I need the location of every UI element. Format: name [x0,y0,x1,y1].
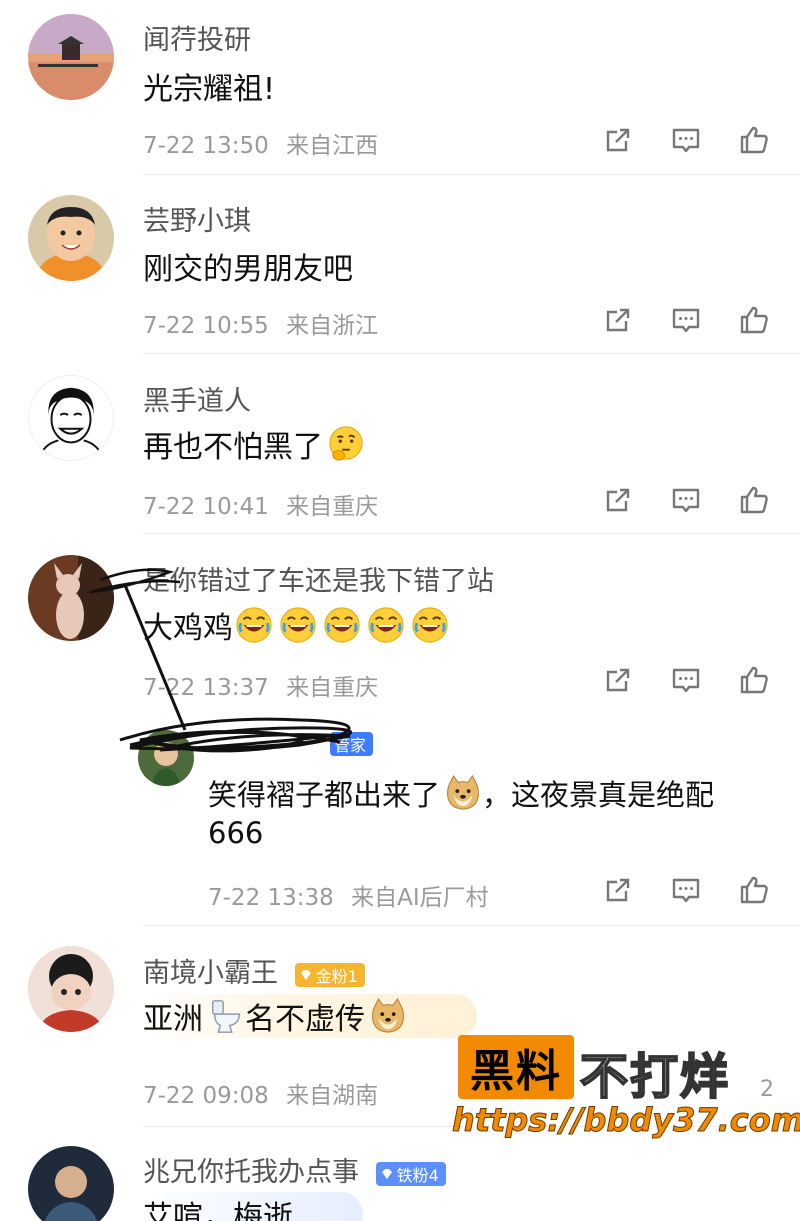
comment-text-row: 大鸡鸡 [143,603,453,647]
username-row: 兆兄你托我办点事 铁粉4 [143,1150,446,1189]
comment-icon[interactable] [670,124,702,156]
comment-location: 来自浙江 [286,313,379,339]
divider [143,353,800,354]
comment-location: 来自江西 [286,133,379,159]
comment-location: 来自湖南 [286,1083,379,1109]
comment-text: 大鸡鸡 [143,611,233,646]
thinking-emoji-icon [327,425,365,463]
comment-date: 7-22 13:37 [143,675,269,701]
avatar[interactable] [28,946,114,1032]
comment-date: 7-22 09:08 [143,1083,269,1109]
reply-text: ，这夜景真是绝配 [482,778,715,812]
fan-badge: 铁粉4 [375,1161,446,1186]
watermark-url: https://bbdy37.com [451,1101,800,1140]
thumbs-up-icon[interactable] [738,124,770,156]
diamond-icon [380,1167,394,1181]
username[interactable]: 是你错过了车还是我下错了站 [143,559,494,598]
comment-date: 7-22 13:50 [143,133,269,159]
reply-meta: 7-22 13:38 来自AI后厂村 [208,878,489,912]
laugh-cry-emoji-icon [235,606,273,644]
doge-emoji-icon [369,997,407,1035]
comment-meta: 7-22 10:41 来自重庆 [143,487,378,521]
laugh-cry-emoji-icon [367,606,405,644]
divider [143,925,800,926]
comment-text: 艾喧，梅逝 [143,1192,363,1221]
thumbs-up-icon[interactable] [738,304,770,336]
username[interactable]: 南境小霸王 [143,958,278,989]
username[interactable]: 芸野小琪 [143,199,251,238]
thumbs-up-icon[interactable] [738,664,770,696]
avatar[interactable] [28,375,114,461]
username[interactable]: 黑手道人 [143,379,251,418]
share-icon[interactable] [602,664,634,696]
comment-text: 刚交的男朋友吧 [143,252,353,287]
watermark-text: 不打烊 [579,1048,731,1106]
toilet-icon [207,997,245,1035]
comment-meta: 7-22 09:08 来自湖南 [143,1076,378,1110]
thumbs-up-icon[interactable] [738,484,770,516]
manager-badge: 管家 [330,732,374,756]
comment-icon[interactable] [670,484,702,516]
reply-text: 666 [208,816,264,850]
comment-date: 7-22 10:55 [143,313,269,339]
reply-actions [602,874,770,906]
comment-meta: 7-22 13:50 来自江西 [143,126,378,160]
comment-meta: 7-22 10:55 来自浙江 [143,306,378,340]
comment-date: 7-22 10:41 [143,494,269,520]
divider [143,174,800,175]
comment-text-row: 再也不怕黑了 [143,422,365,466]
comment-icon[interactable] [670,874,702,906]
share-icon[interactable] [602,304,634,336]
comment-actions [602,304,770,336]
avatar[interactable] [28,555,114,641]
laugh-cry-emoji-icon [411,606,449,644]
comment-icon[interactable] [670,304,702,336]
watermark-logo-box: 黑料 [458,1035,574,1099]
comment-location: 来自重庆 [286,675,379,701]
username[interactable]: 兆兄你托我办点事 [143,1157,359,1188]
comment-actions [602,484,770,516]
username-row: 南境小霸王 金粉1 [143,951,365,990]
comment-text-row: 亚洲 名不虚传 [143,994,477,1038]
fan-badge: 金粉1 [294,962,365,987]
comment-actions [602,124,770,156]
comment-meta: 7-22 13:37 来自重庆 [143,668,378,702]
comment-icon[interactable] [670,664,702,696]
laugh-cry-emoji-icon [279,606,317,644]
diamond-icon [299,968,313,982]
comment-text: 亚洲 [143,1002,203,1037]
doge-emoji-icon [444,774,482,812]
divider [143,533,800,534]
reply-text-row: 笑得褶子都出来了 ，这夜景真是绝配 [208,772,714,814]
share-icon[interactable] [602,484,634,516]
thumbs-up-icon[interactable] [738,874,770,906]
laugh-cry-emoji-icon [323,606,361,644]
comment-text: 名不虚传 [245,1002,365,1037]
reply-text: 笑得褶子都出来了 [208,778,441,812]
share-icon[interactable] [602,124,634,156]
reply-location: 来自AI后厂村 [351,885,489,911]
avatar[interactable] [28,1146,114,1221]
avatar[interactable] [28,195,114,281]
comment-location: 来自重庆 [286,494,379,520]
share-icon[interactable] [602,874,634,906]
avatar[interactable] [138,730,194,786]
avatar[interactable] [28,14,114,100]
comment-actions [602,664,770,696]
reply-date: 7-22 13:38 [208,885,334,911]
watermark: 黑料 不打烊 https://bbdy37.com [451,1035,800,1145]
comment-text: 光宗耀祖! [143,72,276,107]
username[interactable]: 闻荇投研 [143,18,251,57]
comment-text: 再也不怕黑了 [143,430,323,465]
